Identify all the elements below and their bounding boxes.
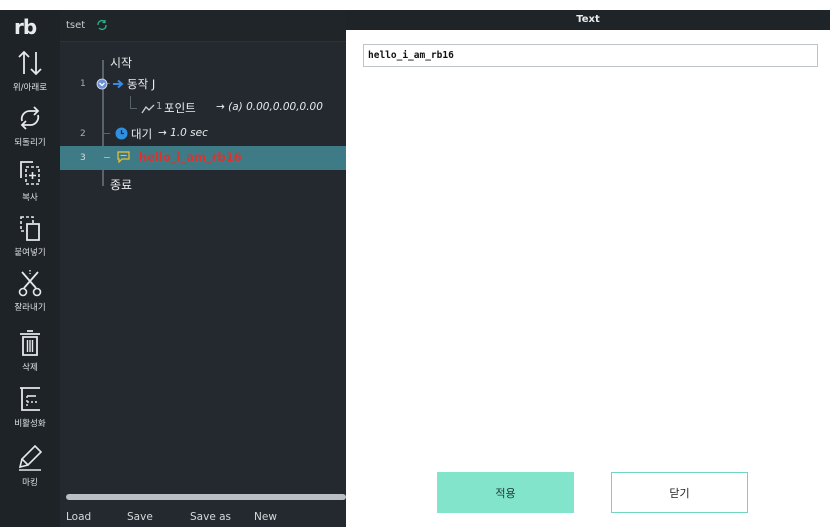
close-button[interactable]: 닫기 <box>611 472 748 513</box>
text-input[interactable] <box>363 44 818 67</box>
app-window: rb 위/아래로 되돌리기 복사 붙여넣기 잘라내기 삭제 비활성화 마킹 ts… <box>0 0 830 527</box>
copy-button[interactable]: 복사 <box>0 158 60 203</box>
row-connector <box>104 157 110 158</box>
program-name: tset <box>66 20 86 31</box>
clock-icon <box>115 127 128 140</box>
undo-label: 되돌리기 <box>14 138 46 148</box>
line-number: 3 <box>80 153 86 163</box>
disable-label: 비활성화 <box>14 419 46 429</box>
tree-end[interactable]: 종료 <box>110 176 132 193</box>
line-number: 1 <box>80 79 86 89</box>
text-edit-panel: Text 적용 닫기 <box>346 10 830 527</box>
point-index: 1 <box>156 101 163 112</box>
move-up-down-button[interactable]: 위/아래로 <box>0 48 60 93</box>
row-connector <box>104 133 110 134</box>
tree-row-comment[interactable]: 3 hello_i_am_rb16 <box>60 146 346 170</box>
tree-start[interactable]: 시작 <box>110 54 132 71</box>
copy-label: 복사 <box>22 193 38 203</box>
undo-button[interactable]: 되돌리기 <box>0 103 60 148</box>
delete-icon <box>20 330 40 356</box>
horizontal-scrollbar[interactable] <box>66 494 346 500</box>
comment-label: hello_i_am_rb16 <box>139 150 242 164</box>
apply-button[interactable]: 적용 <box>437 472 574 513</box>
path-icon <box>141 104 155 114</box>
move-j-label: 동작 J <box>127 77 156 91</box>
tree-row-move-j[interactable]: 1 동작 J <box>60 72 346 96</box>
sync-icon[interactable] <box>96 19 108 31</box>
panel-header: Text <box>346 10 830 30</box>
cut-icon <box>18 270 42 297</box>
disable-icon <box>20 387 40 411</box>
editor-header: tset <box>60 10 346 42</box>
app-logo: rb <box>14 15 37 39</box>
wait-detail: → 1.0 sec <box>158 127 208 139</box>
panel-title: Text <box>576 14 600 25</box>
wait-label: 대기 <box>131 127 153 141</box>
move-up-down-icon <box>18 50 42 76</box>
paste-icon <box>20 216 40 241</box>
marking-icon <box>18 444 43 471</box>
marking-label: 마킹 <box>22 478 38 488</box>
copy-icon <box>20 161 40 185</box>
disable-button[interactable]: 비활성화 <box>0 384 60 429</box>
save-button[interactable]: Save <box>127 511 153 523</box>
point-detail: → (a) 0.00,0.00,0.00 <box>216 101 323 113</box>
line-number: 2 <box>80 129 86 139</box>
delete-label: 삭제 <box>22 363 38 373</box>
undo-icon <box>20 106 40 130</box>
delete-button[interactable]: 삭제 <box>0 328 60 373</box>
save-as-button[interactable]: Save as <box>190 511 231 523</box>
collapse-icon[interactable] <box>96 78 108 90</box>
comment-icon <box>117 151 130 163</box>
load-button[interactable]: Load <box>66 511 91 523</box>
move-arrow-icon <box>113 79 124 89</box>
tree-row-point[interactable]: 1 포인트 → (a) 0.00,0.00,0.00 <box>60 96 346 120</box>
left-toolbar: rb 위/아래로 되돌리기 복사 붙여넣기 잘라내기 삭제 비활성화 마킹 <box>0 10 60 527</box>
point-label: 포인트 <box>164 101 196 115</box>
new-button[interactable]: New <box>254 511 277 523</box>
cut-label: 잘라내기 <box>14 303 46 313</box>
paste-button[interactable]: 붙여넣기 <box>0 213 60 258</box>
tree-row-wait[interactable]: 2 대기 → 1.0 sec <box>60 122 346 146</box>
cut-button[interactable]: 잘라내기 <box>0 268 60 313</box>
paste-label: 붙여넣기 <box>14 248 46 258</box>
marking-button[interactable]: 마킹 <box>0 443 60 488</box>
program-editor: tset 시작 1 동작 J 1 포인트 → (a) 0.00,0.00,0.0… <box>60 10 346 527</box>
move-up-down-label: 위/아래로 <box>12 83 48 93</box>
